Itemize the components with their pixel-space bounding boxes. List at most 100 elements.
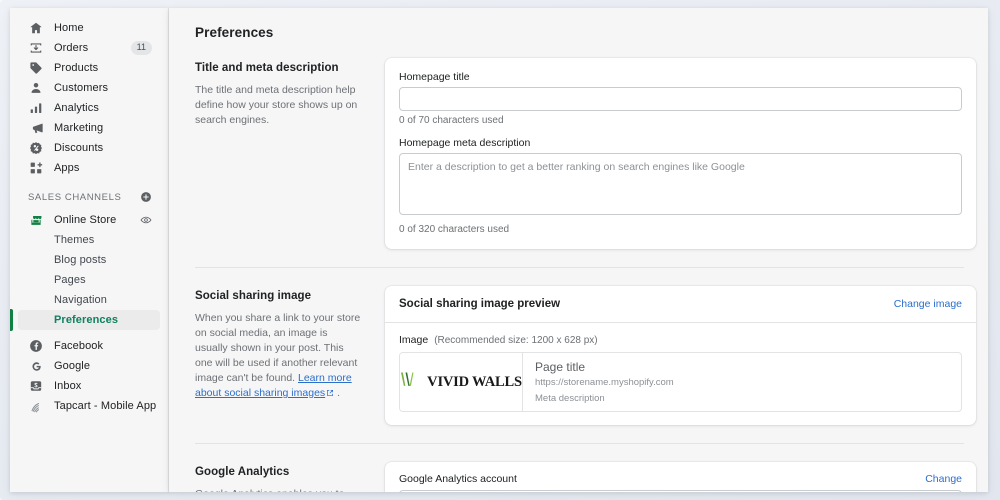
meta-description-textarea[interactable] (399, 153, 962, 215)
facebook-icon (28, 338, 44, 354)
homepage-title-label: Homepage title (399, 71, 470, 83)
sidebar: Home Orders 11 Products Customers Analyt… (10, 8, 169, 492)
social-card-title: Social sharing image preview (399, 298, 561, 310)
preview-page-title: Page title (535, 360, 586, 374)
sidebar-item-label: Navigation (54, 293, 107, 306)
sidebar-item-label: Google (54, 359, 91, 372)
store-icon (28, 212, 44, 228)
sales-channels-heading: SALES CHANNELS (28, 191, 122, 203)
image-size-hint: (Recommended size: 1200 x 628 px) (434, 335, 598, 346)
vivid-walls-logo: VIVID WALLS (400, 370, 522, 395)
section-divider (195, 267, 964, 268)
homepage-title-counter: 0 of 70 characters used (399, 115, 504, 126)
sidebar-item-orders[interactable]: Orders 11 (18, 38, 160, 58)
sidebar-item-marketing[interactable]: Marketing (18, 118, 160, 138)
section-google-analytics: Google Analytics Google Analytics enable… (169, 462, 976, 492)
sidebar-item-label: Pages (54, 273, 86, 286)
main-content: Preferences Title and meta description T… (169, 8, 988, 492)
sidebar-item-label: Marketing (54, 121, 104, 134)
sidebar-item-label: Inbox (54, 379, 82, 392)
change-ga-account-button[interactable]: Change (925, 473, 962, 485)
social-preview-thumbnail: VIVID WALLS (400, 353, 523, 411)
sidebar-item-label: Apps (54, 161, 80, 174)
shopify-admin-window: Home Orders 11 Products Customers Analyt… (0, 0, 1000, 500)
section-description-social: Social sharing image When you share a li… (195, 286, 385, 402)
social-sharing-card: Social sharing image preview Change imag… (385, 286, 976, 425)
sidebar-item-label: Discounts (54, 141, 104, 154)
sidebar-item-inbox[interactable]: Inbox (18, 376, 160, 396)
online-store-subnav: Themes Blog posts Pages Navigation Prefe… (10, 230, 168, 331)
sidebar-item-label: Analytics (54, 101, 99, 114)
view-store-eye-icon[interactable] (140, 214, 152, 226)
section-description: The title and meta description help defi… (195, 84, 358, 126)
apps-icon (28, 160, 44, 176)
image-label: Image (399, 334, 429, 346)
meta-description-label: Homepage meta description (399, 137, 531, 149)
meta-description-counter: 0 of 320 characters used (399, 224, 510, 235)
sidebar-item-google[interactable]: Google (18, 356, 160, 376)
sidebar-item-label: Online Store (54, 213, 117, 226)
tapcart-icon (28, 398, 44, 414)
logo-mark-icon (400, 370, 422, 395)
sidebar-item-label: Preferences (54, 313, 119, 326)
sidebar-item-products[interactable]: Products (18, 58, 160, 78)
discounts-icon (28, 140, 44, 156)
ga-account-label: Google Analytics account (399, 473, 517, 485)
section-divider (195, 443, 964, 444)
inbox-icon (28, 378, 44, 394)
section-description: Google Analytics enables you to track th… (195, 487, 363, 492)
products-icon (28, 60, 44, 76)
external-link-icon (326, 387, 334, 402)
sidebar-item-label: Home (54, 21, 84, 34)
section-heading: Social sharing image (195, 290, 312, 302)
sales-channels-header: SALES CHANNELS (18, 187, 160, 207)
marketing-icon (28, 120, 44, 136)
ga-account-input[interactable] (399, 490, 962, 492)
sidebar-item-label: Tapcart - Mobile App (54, 399, 157, 412)
analytics-icon (28, 100, 44, 116)
change-image-button[interactable]: Change image (894, 298, 962, 310)
image-label-row: Image (Recommended size: 1200 x 628 px) (399, 334, 962, 346)
social-preview-meta: Page title https://storename.myshopify.c… (523, 353, 684, 411)
social-card-header: Social sharing image preview Change imag… (385, 286, 976, 323)
sidebar-item-analytics[interactable]: Analytics (18, 98, 160, 118)
section-description-text: Google Analytics enables you to track th… (195, 488, 358, 492)
sidebar-item-label: Blog posts (54, 253, 107, 266)
orders-count-badge: 11 (130, 41, 152, 55)
google-icon (28, 358, 44, 374)
sidebar-item-apps[interactable]: Apps (18, 158, 160, 178)
social-preview-box: VIVID WALLS Page title https://storename… (399, 352, 962, 412)
home-icon (28, 20, 44, 36)
sidebar-main-nav: Home Orders 11 Products Customers Analyt… (10, 18, 168, 178)
sidebar-item-home[interactable]: Home (18, 18, 160, 38)
homepage-title-input[interactable] (399, 87, 962, 111)
sidebar-item-discounts[interactable]: Discounts (18, 138, 160, 158)
sidebar-item-customers[interactable]: Customers (18, 78, 160, 98)
sidebar-item-label: Products (54, 61, 99, 74)
sidebar-item-themes[interactable]: Themes (18, 230, 160, 250)
orders-icon (28, 40, 44, 56)
section-title-and-meta-description: Title and meta description The title and… (169, 58, 976, 249)
sidebar-item-label: Facebook (54, 339, 104, 352)
sidebar-item-tapcart[interactable]: Tapcart - Mobile App (18, 396, 160, 416)
preview-meta-description: Meta description (535, 393, 605, 404)
sidebar-item-pages[interactable]: Pages (18, 270, 160, 290)
section-description-analytics: Google Analytics Google Analytics enable… (195, 462, 385, 492)
logo-wordmark: VIVID WALLS (427, 373, 522, 390)
sidebar-item-preferences[interactable]: Preferences (10, 309, 160, 331)
sidebar-item-online-store[interactable]: Online Store (18, 210, 160, 230)
section-heading: Title and meta description (195, 62, 339, 74)
section-description-title-meta: Title and meta description The title and… (195, 58, 385, 128)
sidebar-item-facebook[interactable]: Facebook (18, 336, 160, 356)
section-description: When you share a link to your store on s… (195, 311, 363, 402)
customers-icon (28, 80, 44, 96)
page-title: Preferences (195, 25, 274, 40)
sidebar-item-label: Themes (54, 233, 95, 246)
preview-url: https://storename.myshopify.com (535, 377, 674, 388)
sidebar-item-navigation[interactable]: Navigation (18, 290, 160, 310)
sidebar-item-label: Orders (54, 41, 89, 54)
sidebar-item-blog-posts[interactable]: Blog posts (18, 250, 160, 270)
seo-card: Homepage title 0 of 70 characters used H… (385, 58, 976, 249)
add-sales-channel-icon[interactable] (140, 191, 152, 203)
section-heading: Google Analytics (195, 466, 290, 478)
